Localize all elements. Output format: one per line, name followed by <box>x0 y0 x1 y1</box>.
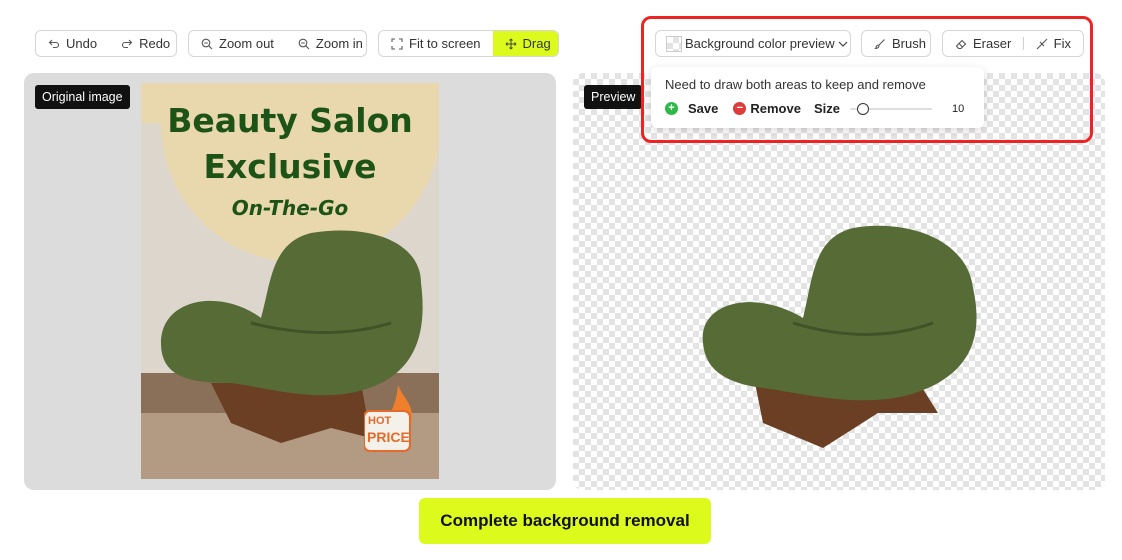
eraser-icon <box>955 39 967 49</box>
redo-button[interactable]: Redo <box>109 31 176 56</box>
complete-removal-button[interactable]: Complete background removal <box>419 498 711 544</box>
brush-label: Brush <box>892 36 926 51</box>
save-mode-button[interactable]: Save <box>688 101 718 116</box>
brush-tool[interactable]: Brush <box>862 31 938 56</box>
brush-icon <box>874 38 885 49</box>
undo-button[interactable]: Undo <box>36 31 109 56</box>
checker-swatch-icon <box>666 35 682 52</box>
badge-text-top: HOT <box>368 415 392 427</box>
original-image-panel: Beauty Salon Exclusive On-The-Go HOT PRI… <box>24 73 556 490</box>
hot-price-badge: HOT PRICE <box>364 383 416 455</box>
badge-text-bottom: PRICE <box>367 429 410 445</box>
zoom-group: Zoom out Zoom in <box>188 30 367 57</box>
undo-label: Undo <box>66 36 98 51</box>
view-group: Fit to screen Drag <box>378 30 559 57</box>
fit-to-screen-label: Fit to screen <box>409 36 481 51</box>
chevron-down-icon <box>838 41 848 47</box>
brush-options-row: + Save − Remove Size 10 <box>665 101 970 116</box>
preview-label: Preview <box>584 85 643 109</box>
minus-icon: − <box>733 102 747 115</box>
fix-button[interactable]: Fix <box>1024 31 1083 56</box>
eraser-label: Eraser <box>973 36 1012 51</box>
fix-brush-icon <box>1036 38 1048 49</box>
drag-label: Drag <box>522 36 551 51</box>
zoom-in-label: Zoom in <box>315 36 363 51</box>
zoom-out-label: Zoom out <box>219 36 274 51</box>
bg-preview-dropdown[interactable]: Background color preview <box>655 30 851 57</box>
brush-button[interactable]: Brush <box>861 30 931 57</box>
zoom-in-icon <box>298 38 310 49</box>
brush-hint: Need to draw both areas to keep and remo… <box>665 77 926 92</box>
poster-subtitle: On-The-Go <box>231 196 349 220</box>
zoom-in-button[interactable]: Zoom in <box>286 31 366 56</box>
poster-headline-1: Beauty Salon <box>167 101 413 140</box>
fix-label: Fix <box>1053 36 1071 51</box>
size-label: Size <box>813 101 840 116</box>
original-image: Beauty Salon Exclusive On-The-Go HOT PRI… <box>141 83 439 479</box>
fit-screen-icon <box>391 37 403 50</box>
undo-icon <box>48 39 60 48</box>
drag-button[interactable]: Drag <box>492 31 558 56</box>
remove-mode-button[interactable]: Remove <box>750 101 801 116</box>
size-value: 10 <box>951 102 965 115</box>
history-group: Undo Redo <box>35 30 177 57</box>
redo-label: Redo <box>139 36 171 51</box>
eraser-fix-group: Eraser Fix <box>942 30 1084 57</box>
redo-icon <box>122 39 133 48</box>
slider-thumb[interactable] <box>856 102 869 115</box>
poster-headline-2: Exclusive <box>203 147 377 186</box>
bg-preview-label: Background color preview <box>685 36 835 51</box>
move-icon <box>505 38 516 49</box>
brush-settings-popover: Need to draw both areas to keep and remo… <box>651 67 984 128</box>
original-image-label: Original image <box>35 85 130 109</box>
zoom-out-icon <box>201 38 213 49</box>
zoom-out-button[interactable]: Zoom out <box>189 31 286 56</box>
eraser-button[interactable]: Eraser <box>943 31 1023 56</box>
size-slider[interactable] <box>849 102 932 115</box>
preview-panel: Preview <box>573 73 1105 490</box>
fit-to-screen-button[interactable]: Fit to screen <box>379 31 493 56</box>
preview-image <box>702 225 977 448</box>
plus-icon: + <box>665 102 678 115</box>
